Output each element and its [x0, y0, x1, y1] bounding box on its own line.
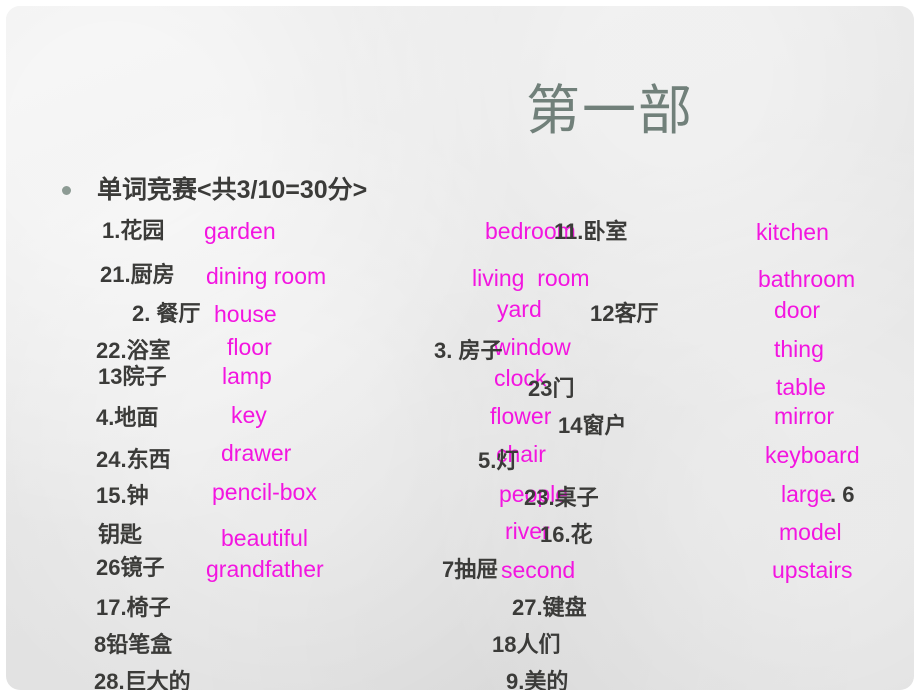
chinese-word: 9.美的 — [506, 669, 569, 690]
english-word: large — [781, 481, 833, 507]
chinese-word: 16.花 — [540, 522, 593, 547]
chinese-word: 3. 房子 — [434, 338, 503, 363]
english-word: thing — [774, 336, 824, 362]
english-word: beautiful — [221, 525, 308, 551]
chinese-word: 8铅笔盒 — [94, 632, 173, 657]
english-word: table — [776, 374, 826, 400]
chinese-word: 11.卧室 — [554, 219, 628, 244]
heading-text: 单词竞赛<共3/10=30分> — [97, 176, 368, 204]
heading-row: 单词竞赛<共3/10=30分> — [62, 178, 367, 203]
english-word: flower — [490, 403, 552, 429]
chinese-word: 23门 — [528, 376, 575, 401]
english-word: mirror — [774, 403, 835, 429]
chinese-word: 27.键盘 — [512, 595, 587, 620]
chinese-word: 26镜子 — [96, 555, 165, 580]
chinese-word: 17.椅子 — [96, 595, 171, 620]
chinese-word: . 6 — [830, 482, 855, 507]
english-word: yard — [497, 296, 542, 322]
chinese-word: 1.花园 — [102, 218, 165, 243]
english-word: kitchen — [756, 219, 829, 245]
chinese-word: 4.地面 — [96, 405, 159, 430]
english-word: upstairs — [772, 557, 853, 583]
chinese-word: 21.厨房 — [100, 262, 175, 287]
bullet-dot-icon — [62, 186, 71, 195]
english-word: key — [231, 402, 267, 428]
chinese-word: 2. 餐厅 — [132, 301, 201, 326]
chinese-word: 22.浴室 — [96, 338, 171, 363]
english-word: living room — [472, 265, 590, 291]
english-word: bathroom — [758, 266, 856, 292]
english-word: floor — [227, 334, 272, 360]
chinese-word: 5.灯 — [478, 448, 519, 473]
english-word: grandfather — [206, 556, 324, 582]
chinese-word: 14窗户 — [558, 413, 627, 438]
chinese-word: 23.桌子 — [524, 485, 599, 510]
english-word: window — [494, 334, 571, 360]
chinese-word: 24.东西 — [96, 447, 171, 472]
chinese-word: 12客厅 — [590, 301, 659, 326]
english-word: dining room — [206, 263, 327, 289]
english-word: pencil-box — [212, 479, 317, 505]
chinese-word: 15.钟 — [96, 483, 149, 508]
english-word: house — [214, 301, 277, 327]
slide-content-layer: 第一部 单词竞赛<共3/10=30分> garden dining room hou… — [6, 6, 914, 690]
english-word: second — [501, 557, 576, 583]
chinese-word: 28.巨大的 — [94, 669, 191, 690]
english-word: door — [774, 297, 821, 323]
page-title: 第一部 — [526, 79, 694, 142]
slide-canvas: 第一部 单词竞赛<共3/10=30分> garden dining room hou… — [6, 6, 914, 690]
chinese-word: 7抽屉 — [442, 557, 499, 582]
chinese-word: 钥匙 — [98, 522, 143, 547]
english-word: keyboard — [765, 442, 860, 468]
english-word: drawer — [221, 440, 292, 466]
english-word: model — [779, 519, 842, 545]
chinese-word: 18人们 — [492, 632, 561, 657]
english-word: lamp — [222, 363, 272, 389]
slide-root: 第一部 单词竞赛<共3/10=30分> garden dining room hou… — [0, 0, 920, 690]
english-word: garden — [204, 218, 276, 244]
chinese-word: 13院子 — [98, 364, 167, 389]
